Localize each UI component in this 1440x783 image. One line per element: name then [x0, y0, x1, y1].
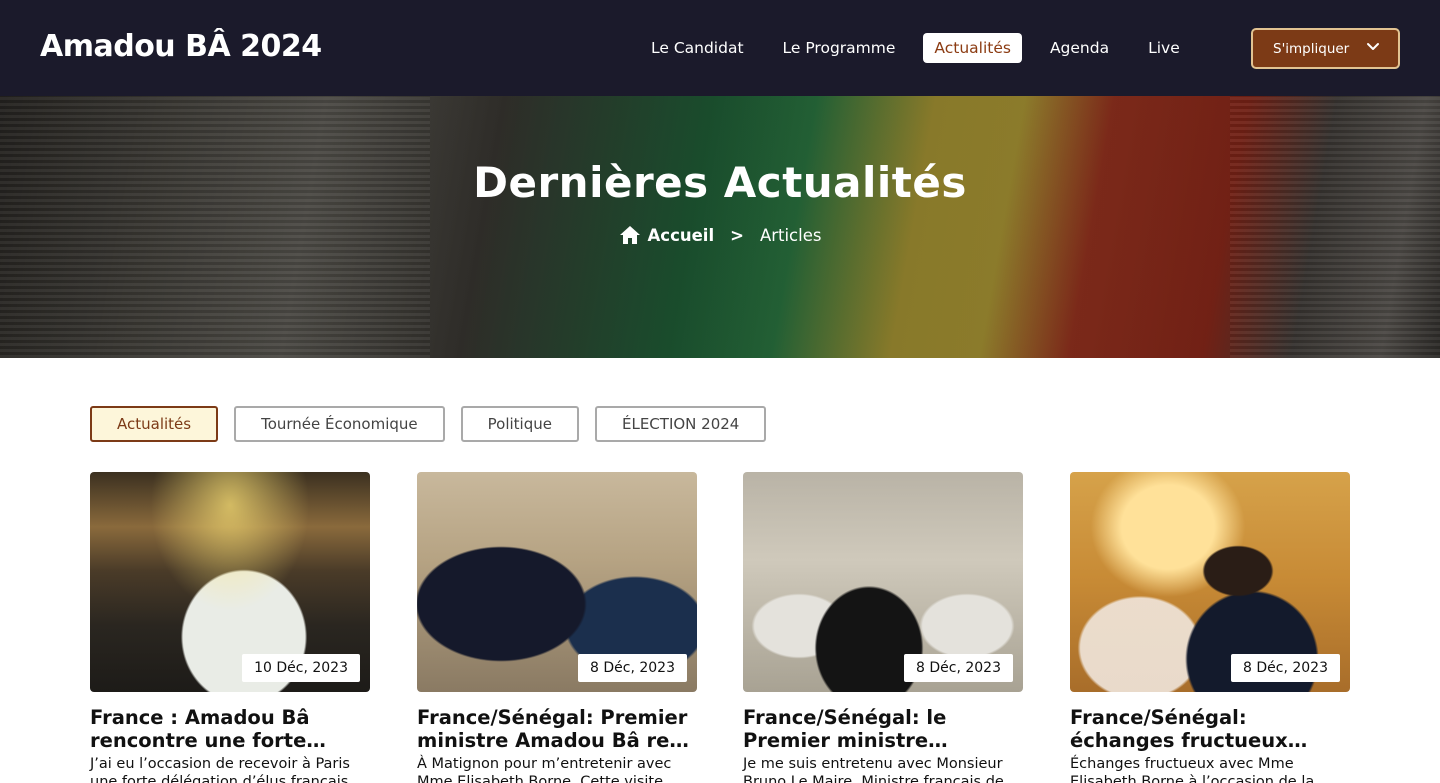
- nav-link-agenda[interactable]: Agenda: [1039, 33, 1120, 63]
- article-title[interactable]: France : Amadou Bâ rencontre une forte d…: [90, 706, 370, 752]
- filter-actualites[interactable]: Actualités: [90, 406, 219, 442]
- article-card[interactable]: 8 Déc, 2023 France/Sénégal: le Premier m…: [743, 472, 1023, 783]
- article-thumbnail[interactable]: 8 Déc, 2023: [417, 472, 697, 692]
- article-title[interactable]: France/Sénégal: le Premier ministre Amad…: [743, 706, 1023, 752]
- nav-link-le-programme[interactable]: Le Programme: [772, 33, 907, 63]
- article-excerpt: J’ai eu l’occasion de recevoir à Paris u…: [90, 756, 350, 783]
- main-nav: Le Candidat Le Programme Actualités Agen…: [640, 32, 1208, 64]
- brand-logo[interactable]: Amadou BÂ 2024: [40, 29, 322, 64]
- article-card[interactable]: 8 Déc, 2023 France/Sénégal: échanges fru…: [1070, 472, 1350, 783]
- article-title[interactable]: France/Sénégal: Premier ministre Amadou …: [417, 706, 697, 752]
- article-date-badge: 10 Déc, 2023: [242, 654, 360, 682]
- breadcrumb-current: Articles: [759, 225, 822, 245]
- article-card[interactable]: 10 Déc, 2023 France : Amadou Bâ rencontr…: [90, 472, 370, 783]
- filter-politique[interactable]: Politique: [460, 406, 579, 442]
- breadcrumb-home-link[interactable]: Accueil: [619, 225, 715, 245]
- hero-banner: Dernières Actualités Accueil > Articles: [0, 96, 1440, 358]
- article-excerpt: À Matignon pour m’entretenir avec Mme El…: [417, 756, 672, 783]
- filter-tournee-economique[interactable]: Tournée Économique: [234, 406, 445, 442]
- article-excerpt: Je me suis entretenu avec Monsieur Bruno…: [743, 756, 1004, 783]
- article-date-badge: 8 Déc, 2023: [578, 654, 687, 682]
- article-thumbnail[interactable]: 8 Déc, 2023: [1070, 472, 1350, 692]
- breadcrumb: Accueil > Articles: [0, 225, 1440, 245]
- nav-link-actualites[interactable]: Actualités: [923, 33, 1022, 63]
- simpliquer-dropdown-button[interactable]: S'impliquer: [1251, 28, 1400, 69]
- article-date-badge: 8 Déc, 2023: [904, 654, 1013, 682]
- breadcrumb-home-label: Accueil: [647, 225, 715, 245]
- page-title: Dernières Actualités: [473, 158, 967, 207]
- article-date-badge: 8 Déc, 2023: [1231, 654, 1340, 682]
- article-thumbnail[interactable]: 10 Déc, 2023: [90, 472, 370, 692]
- filter-election-2024[interactable]: ÉLECTION 2024: [595, 406, 767, 442]
- top-navbar: Amadou BÂ 2024 Le Candidat Le Programme …: [0, 0, 1440, 96]
- category-filters: Actualités Tournée Économique Politique …: [90, 406, 782, 442]
- home-icon: [619, 226, 640, 244]
- chevron-down-icon: [1367, 43, 1379, 50]
- breadcrumb-separator: >: [730, 225, 744, 245]
- nav-link-le-candidat[interactable]: Le Candidat: [640, 33, 755, 63]
- article-card[interactable]: 8 Déc, 2023 France/Sénégal: Premier mini…: [417, 472, 697, 783]
- article-excerpt: Échanges fructueux avec Mme Elisabeth Bo…: [1070, 756, 1315, 783]
- simpliquer-label: S'impliquer: [1273, 40, 1350, 57]
- nav-link-live[interactable]: Live: [1137, 33, 1191, 63]
- article-title[interactable]: France/Sénégal: échanges fructueux entre…: [1070, 706, 1350, 752]
- article-thumbnail[interactable]: 8 Déc, 2023: [743, 472, 1023, 692]
